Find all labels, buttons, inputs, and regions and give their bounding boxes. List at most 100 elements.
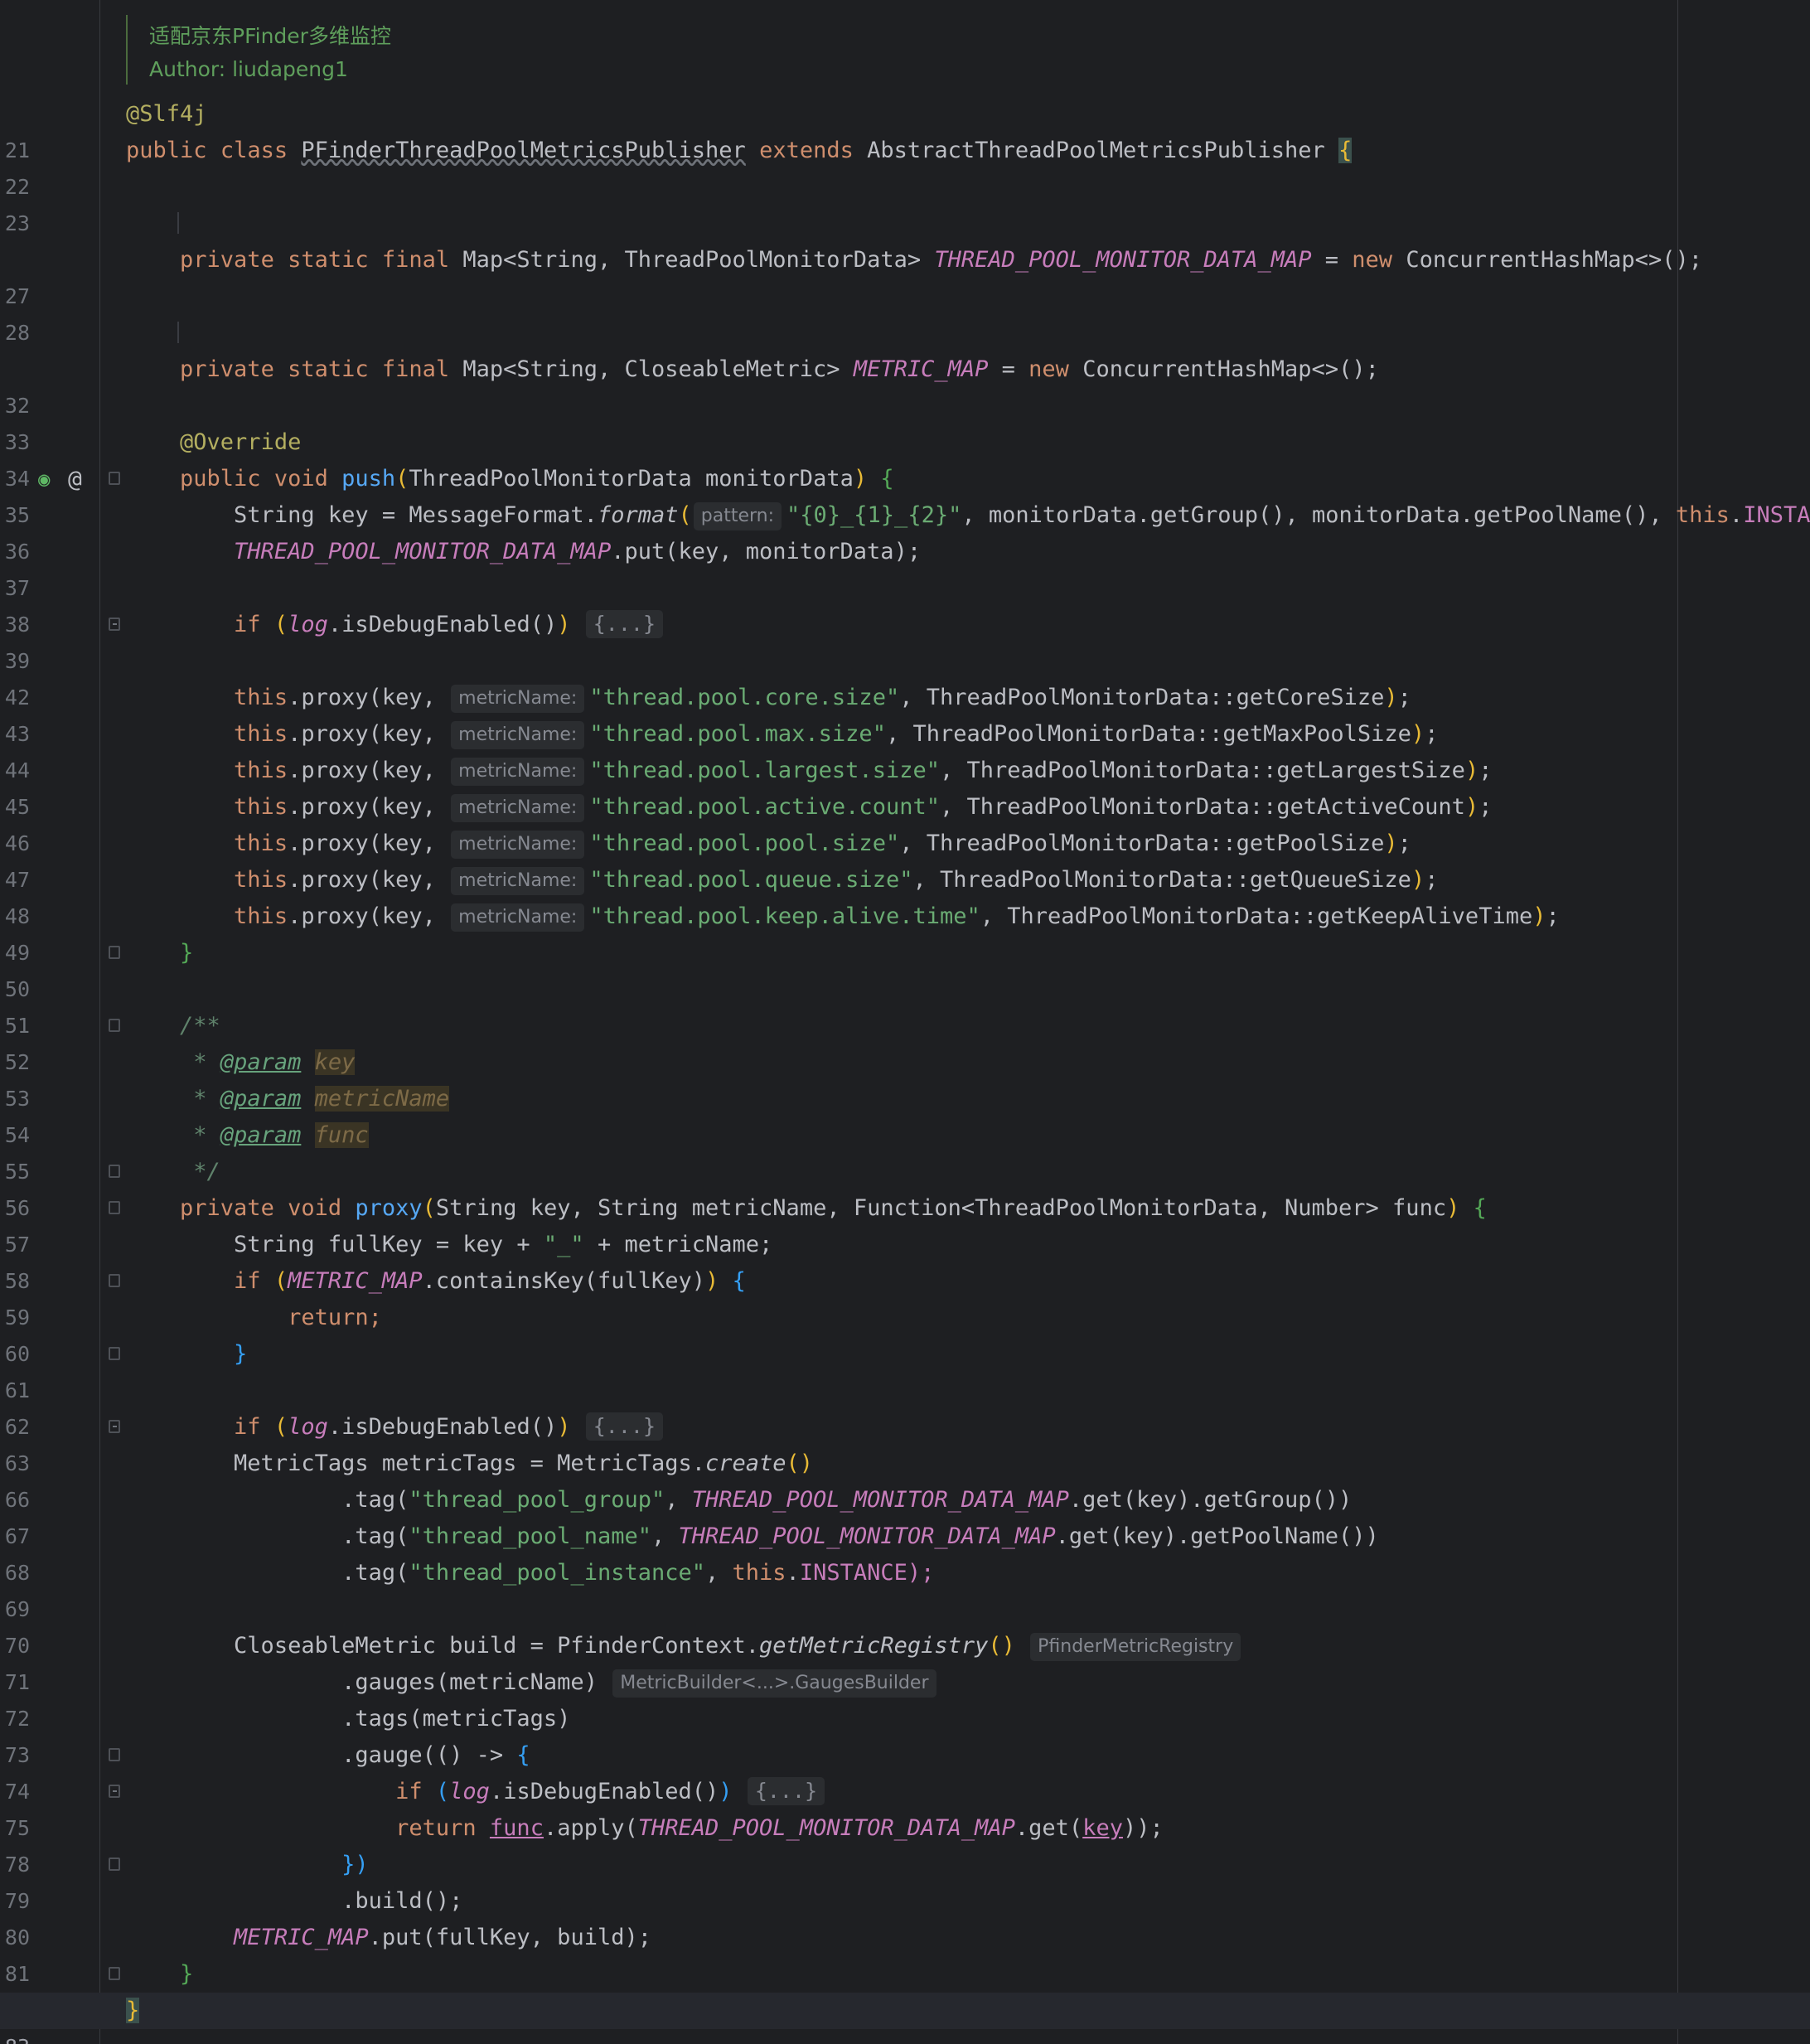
code-text: .gauges(metricName) xyxy=(341,1669,598,1695)
code-text: MetricTags metricTags = MetricTags. xyxy=(234,1451,705,1476)
code-line[interactable]: 74 .gauge(() -> { xyxy=(0,1737,1810,1804)
code-line[interactable]: 52 /** xyxy=(0,1008,1810,1074)
implements-method-icon[interactable]: ◉ xyxy=(38,461,50,497)
code-line[interactable]: 82 } xyxy=(0,1956,1810,2022)
code-line-current[interactable]: 83 } xyxy=(0,1993,1810,2044)
code-line[interactable]: 55 * @param func xyxy=(0,1117,1810,1184)
code-line[interactable]: 78 return func.apply(THREAD_POOL_MONITOR… xyxy=(0,1810,1810,1877)
code-line[interactable]: 33 xyxy=(0,388,1810,454)
code-line[interactable]: 60 return; xyxy=(0,1300,1810,1366)
code-line[interactable]: 80 .build(); xyxy=(0,1883,1810,1950)
code-line[interactable]: 81 METRIC_MAP.put(fullKey, build); xyxy=(0,1920,1810,1986)
string-literal: "thread.pool.core.size" xyxy=(589,685,900,710)
param-hint: metricName: xyxy=(451,903,585,932)
code-line[interactable]: 21 @Slf4j xyxy=(0,96,1810,162)
code-editor[interactable]: 适配京东PFinder多维监控 Author: liudapeng1 21 @S… xyxy=(0,0,1810,2044)
expand-fold-icon[interactable] xyxy=(109,1785,120,1798)
code-line[interactable]: 62 xyxy=(0,1373,1810,1439)
code-line[interactable]: 35 ◉ @ public void push(ThreadPoolMonito… xyxy=(0,461,1810,527)
code-line[interactable]: 37 THREAD_POOL_MONITOR_DATA_MAP.put(key,… xyxy=(0,534,1810,600)
code-line[interactable]: 44 this.proxy(key, metricName: "thread.po… xyxy=(0,716,1810,782)
code-line[interactable]: 71 CloseableMetric build = PfinderContex… xyxy=(0,1628,1810,1694)
string-literal: "thread.pool.queue.size" xyxy=(589,867,913,893)
fold-end-icon[interactable] xyxy=(109,1347,120,1360)
code-line[interactable]: 48 this.proxy(key, metricName: "thread.po… xyxy=(0,862,1810,928)
param-hint: pattern: xyxy=(693,502,782,530)
field: INSTANCE xyxy=(1743,502,1810,528)
code-line[interactable]: 46 this.proxy(key, metricName: "thread.po… xyxy=(0,789,1810,855)
method-ref: ThreadPoolMonitorData::getCoreSize xyxy=(926,685,1385,710)
keyword: new xyxy=(1028,356,1069,382)
fold-toggle-icon[interactable] xyxy=(109,1748,120,1761)
captured-variable: key xyxy=(1082,1815,1123,1841)
code-text: String key = MessageFormat. xyxy=(234,502,598,528)
folded-block[interactable]: {...} xyxy=(747,1777,825,1805)
code-line[interactable]: 34 @Override xyxy=(0,424,1810,491)
fold-end-icon[interactable] xyxy=(109,1858,120,1871)
code-line[interactable]: 57 private void proxy(String key, String… xyxy=(0,1190,1810,1257)
code-line[interactable]: 56 */ xyxy=(0,1154,1810,1220)
code-line[interactable]: 39 if (log.isDebugEnabled()) {...} xyxy=(0,607,1810,673)
code-line[interactable]: 50 } xyxy=(0,935,1810,1001)
fold-toggle-icon[interactable] xyxy=(109,472,120,485)
method-ref: ThreadPoolMonitorData::getLargestSize xyxy=(966,758,1465,783)
code-line[interactable]: 67 .tag("thread_pool_group", THREAD_POOL… xyxy=(0,1482,1810,1548)
code-line[interactable]: 53 * @param key xyxy=(0,1044,1810,1111)
code-line[interactable]: 43 this.proxy(key, metricName: "thread.po… xyxy=(0,680,1810,746)
field: INSTANCE); xyxy=(799,1560,935,1586)
expand-fold-icon[interactable] xyxy=(109,1420,120,1433)
brace: } xyxy=(126,1998,140,2023)
code-line[interactable]: 38 xyxy=(0,570,1810,637)
code-line[interactable]: 61 } xyxy=(0,1336,1810,1402)
param-hint: metricName: xyxy=(451,685,585,713)
folded-block[interactable]: {...} xyxy=(585,1412,664,1441)
string-literal: "thread_pool_group" xyxy=(409,1487,665,1513)
code-line[interactable]: 75 if (log.isDebugEnabled()) {...} xyxy=(0,1774,1810,1840)
code-line[interactable]: 63 if (log.isDebugEnabled()) {...} xyxy=(0,1409,1810,1475)
code-text: .isDebugEnabled() xyxy=(327,612,558,637)
code-line[interactable]: 51 xyxy=(0,971,1810,1038)
code-line[interactable]: 27 private static final Map<String, Thre… xyxy=(0,242,1810,308)
fold-toggle-icon[interactable] xyxy=(109,1274,120,1287)
code-line[interactable]: 36 String key = MessageFormat.format(pat… xyxy=(0,497,1810,564)
code-line[interactable]: 22 public class PFinderThreadPoolMetrics… xyxy=(0,133,1810,199)
code-line[interactable]: 47 this.proxy(key, metricName: "thread.po… xyxy=(0,826,1810,892)
code-line[interactable]: 49 this.proxy(key, metricName: "thread.po… xyxy=(0,898,1810,965)
code-line[interactable]: 66 MetricTags metricTags = MetricTags.cr… xyxy=(0,1446,1810,1512)
string-literal: "thread_pool_name" xyxy=(409,1523,651,1549)
expand-fold-icon[interactable] xyxy=(109,618,120,631)
fold-toggle-icon[interactable] xyxy=(109,1019,120,1032)
code-line[interactable]: 23 xyxy=(0,169,1810,235)
code-line[interactable]: 42 xyxy=(0,643,1810,710)
code-line[interactable]: 32 private static final Map<String, Clos… xyxy=(0,351,1810,418)
brace: } xyxy=(180,1961,194,1987)
code-text: .put(key, monitorData); xyxy=(611,539,922,564)
annotation-gutter-icon[interactable]: @ xyxy=(68,461,82,497)
code-line[interactable]: 69 .tag("thread_pool_instance", this.INS… xyxy=(0,1555,1810,1621)
code-line[interactable]: 70 xyxy=(0,1591,1810,1658)
code-line[interactable]: 45 this.proxy(key, metricName: "thread.po… xyxy=(0,753,1810,819)
static-field: log xyxy=(288,1414,328,1440)
fold-end-icon[interactable] xyxy=(109,1165,120,1178)
code-line[interactable]: 28 xyxy=(0,279,1810,345)
code-text: }) xyxy=(341,1852,369,1877)
code-text: .build(); xyxy=(341,1888,463,1914)
param-hint: metricName: xyxy=(451,867,585,895)
code-text: .tags(metricTags) xyxy=(341,1706,571,1732)
code-line[interactable]: 73 .tags(metricTags) xyxy=(0,1701,1810,1767)
code-text: .proxy(key, xyxy=(288,685,450,710)
code-line[interactable]: 54 * @param metricName xyxy=(0,1081,1810,1147)
code-line[interactable]: 59 if (METRIC_MAP.containsKey(fullKey)) … xyxy=(0,1263,1810,1330)
code-line[interactable]: 58 String fullKey = key + "_" + metricNa… xyxy=(0,1227,1810,1293)
code-line[interactable]: 72 .gauges(metricName) MetricBuilder<...… xyxy=(0,1664,1810,1731)
folded-block[interactable]: {...} xyxy=(585,610,664,638)
code-line[interactable]: 79 }) xyxy=(0,1847,1810,1913)
fold-end-icon[interactable] xyxy=(109,1967,120,1980)
fold-toggle-icon[interactable] xyxy=(109,1201,120,1214)
string-literal: "thread.pool.pool.size" xyxy=(589,831,900,856)
fold-end-icon[interactable] xyxy=(109,946,120,959)
keyword: if xyxy=(234,1414,261,1440)
method-ref: ThreadPoolMonitorData::getPoolSize xyxy=(926,831,1385,856)
code-line[interactable]: 68 .tag("thread_pool_name", THREAD_POOL_… xyxy=(0,1518,1810,1585)
keyword: this xyxy=(234,903,288,929)
